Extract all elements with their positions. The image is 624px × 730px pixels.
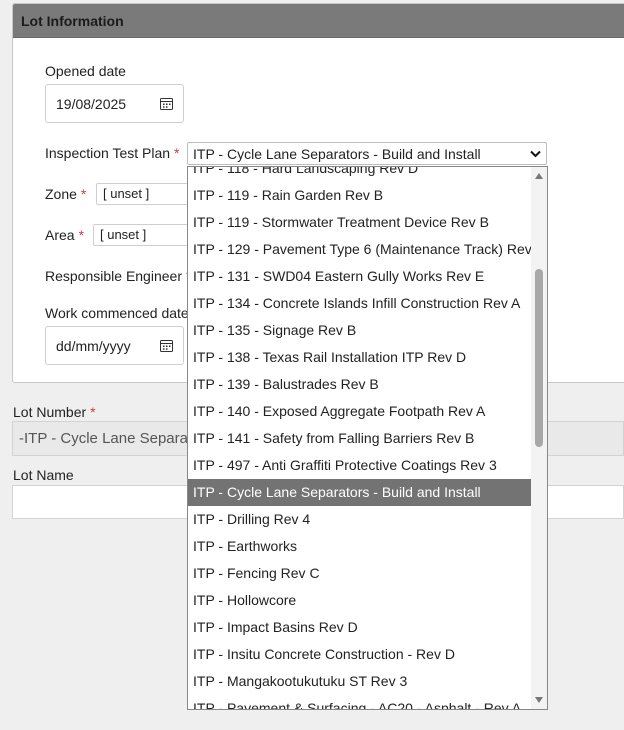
dropdown-option[interactable]: ITP - Cycle Lane Separators - Build and … — [188, 479, 532, 506]
calendar-icon[interactable] — [160, 97, 173, 110]
dropdown-option[interactable]: ITP - 134 - Concrete Islands Infill Cons… — [188, 290, 532, 317]
work-commenced-placeholder: dd/mm/yyyy — [56, 337, 131, 354]
dropdown-option[interactable]: ITP - 497 - Anti Graffiti Protective Coa… — [188, 452, 532, 479]
card-title: Lot Information — [13, 4, 624, 38]
dropdown-option[interactable]: ITP - Pavement & Surfacing - AC20 - Asph… — [188, 695, 532, 709]
dropdown-option[interactable]: ITP - Hollowcore — [188, 587, 532, 614]
scrollbar-thumb[interactable] — [535, 269, 543, 447]
chevron-down-icon — [530, 150, 541, 157]
required-mark: * — [174, 145, 180, 161]
dropdown-option[interactable]: ITP - 119 - Stormwater Treatment Device … — [188, 209, 532, 236]
lot-number-label: Lot Number * — [13, 404, 96, 420]
dropdown-option[interactable]: ITP - Fencing Rev C — [188, 560, 532, 587]
work-commenced-input[interactable]: dd/mm/yyyy — [45, 326, 184, 365]
dropdown-option[interactable]: ITP - 131 - SWD04 Eastern Gully Works Re… — [188, 263, 532, 290]
scroll-down-arrow-icon[interactable] — [535, 697, 543, 703]
zone-label-text: Zone — [45, 186, 77, 202]
dropdown-scrollbar[interactable] — [531, 167, 547, 709]
dropdown-options: ITP - 118 - Hard Landscaping Rev D ITP - … — [188, 167, 532, 709]
area-select[interactable]: [ unset ] — [93, 224, 193, 246]
dropdown-option[interactable]: ITP - 135 - Signage Rev B — [188, 317, 532, 344]
required-mark: * — [80, 186, 87, 202]
itp-dropdown-list[interactable]: ITP - 118 - Hard Landscaping Rev D ITP - … — [187, 166, 548, 710]
dropdown-option[interactable]: ITP - Earthworks — [188, 533, 532, 560]
itp-select[interactable]: ITP - Cycle Lane Separators - Build and … — [187, 142, 547, 165]
dropdown-option[interactable]: ITP - Insitu Concrete Construction - Rev… — [188, 641, 532, 668]
dropdown-option[interactable]: ITP - Mangakootukutuku ST Rev 3 — [188, 668, 532, 695]
dropdown-option[interactable]: ITP - 119 - Rain Garden Rev B — [188, 182, 532, 209]
dropdown-option[interactable]: ITP - 139 - Balustrades Rev B — [188, 371, 532, 398]
dropdown-option[interactable]: ITP - 140 - Exposed Aggregate Footpath R… — [188, 398, 532, 425]
engineer-label-text: Responsible Engineer — [45, 268, 182, 284]
dropdown-option[interactable]: ITP - Impact Basins Rev D — [188, 614, 532, 641]
calendar-icon[interactable] — [160, 339, 173, 352]
itp-label: Inspection Test Plan * — [45, 145, 180, 161]
area-value: [ unset ] — [100, 227, 147, 242]
itp-selected-value: ITP - Cycle Lane Separators - Build and … — [193, 145, 481, 162]
zone-label: Zone * — [45, 186, 86, 202]
engineer-label: Responsible Engineer* — [45, 268, 191, 284]
required-mark: * — [78, 227, 85, 243]
opened-date-value: 19/08/2025 — [56, 95, 127, 112]
dropdown-option[interactable]: ITP - Drilling Rev 4 — [188, 506, 532, 533]
area-label-text: Area — [45, 227, 75, 243]
zone-select[interactable]: [ unset ] — [96, 183, 196, 205]
work-commenced-label: Work commenced date — [45, 305, 189, 321]
dropdown-option[interactable]: ITP - 118 - Hard Landscaping Rev D — [188, 167, 532, 182]
lot-name-label: Lot Name — [13, 467, 74, 483]
lot-number-label-text: Lot Number — [13, 404, 87, 420]
dropdown-option[interactable]: ITP - 138 - Texas Rail Installation ITP … — [188, 344, 532, 371]
itp-label-text: Inspection Test Plan — [45, 145, 171, 161]
area-label: Area * — [45, 227, 84, 243]
opened-date-label: Opened date — [45, 63, 126, 79]
zone-value: [ unset ] — [103, 186, 150, 201]
opened-date-input[interactable]: 19/08/2025 — [45, 84, 184, 123]
dropdown-option[interactable]: ITP - 141 - Safety from Falling Barriers… — [188, 425, 532, 452]
required-mark: * — [90, 404, 96, 420]
scroll-up-arrow-icon[interactable] — [535, 173, 543, 179]
dropdown-option[interactable]: ITP - 129 - Pavement Type 6 (Maintenance… — [188, 236, 532, 263]
